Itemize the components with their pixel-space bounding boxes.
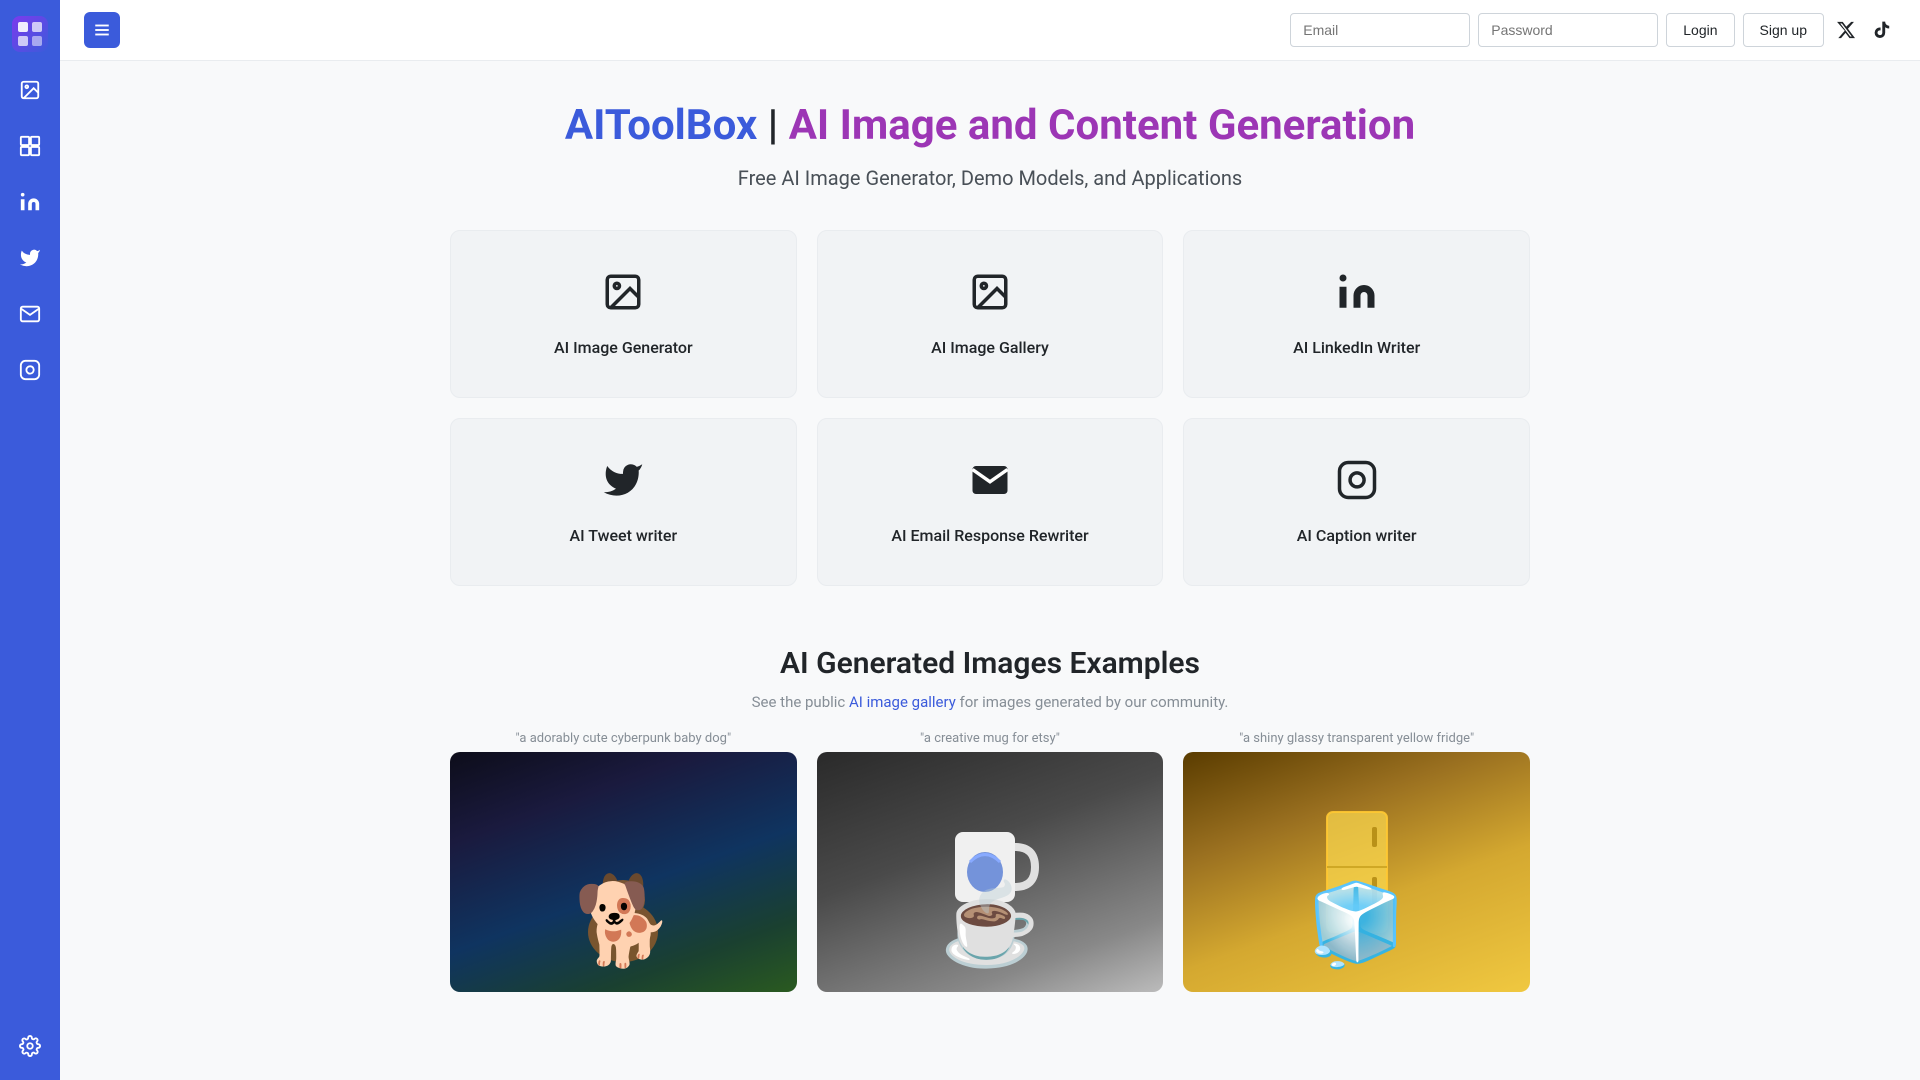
title-separator: | <box>757 101 788 150</box>
sidebar-item-twitter[interactable] <box>12 240 48 276</box>
tool-label-ai-image-gallery: AI Image Gallery <box>931 338 1049 357</box>
examples-gallery-link[interactable]: AI image gallery <box>849 693 956 711</box>
tool-card-ai-linkedin-writer[interactable]: AI LinkedIn Writer <box>1183 230 1530 398</box>
examples-desc-prefix: See the public <box>752 693 849 711</box>
tool-card-ai-image-generator[interactable]: AI Image Generator <box>450 230 797 398</box>
image-card-mug: "a creative mug for etsy" <box>817 731 1164 992</box>
sidebar-logo[interactable] <box>12 16 48 52</box>
sidebar-item-linkedin[interactable] <box>12 184 48 220</box>
images-grid: "a adorably cute cyberpunk baby dog" <box>450 731 1530 992</box>
header-right: Login Sign up <box>1290 13 1896 47</box>
tiktok-icon[interactable] <box>1868 16 1896 44</box>
image-caption-fridge: "a shiny glassy transparent yellow fridg… <box>1183 731 1530 746</box>
examples-desc-suffix: for images generated by our community. <box>956 693 1229 711</box>
title-purple: AI Image and Content Generation <box>789 101 1415 150</box>
image-caption-dog: "a adorably cute cyberpunk baby dog" <box>450 731 797 746</box>
image-dog <box>450 752 797 992</box>
linkedin-tool-icon <box>1336 271 1378 322</box>
tool-label-ai-image-generator: AI Image Generator <box>554 338 693 357</box>
email-tool-icon <box>969 459 1011 510</box>
page-subtitle: Free AI Image Generator, Demo Models, an… <box>450 166 1530 190</box>
title-blue: AIToolBox <box>565 101 757 150</box>
tool-card-ai-image-gallery[interactable]: AI Image Gallery <box>817 230 1164 398</box>
login-button[interactable]: Login <box>1666 13 1734 47</box>
image-mug <box>817 752 1164 992</box>
tool-card-ai-caption-writer[interactable]: AI Caption writer <box>1183 418 1530 586</box>
sidebar-item-instagram[interactable] <box>12 352 48 388</box>
examples-title: AI Generated Images Examples <box>450 646 1530 681</box>
image-gallery-tool-icon <box>969 271 1011 322</box>
tool-card-ai-email-response-rewriter[interactable]: AI Email Response Rewriter <box>817 418 1164 586</box>
page-title: AIToolBox | AI Image and Content Generat… <box>450 101 1530 150</box>
password-input[interactable] <box>1478 13 1658 47</box>
sidebar <box>0 0 60 1080</box>
image-caption-mug: "a creative mug for etsy" <box>817 731 1164 746</box>
examples-description: See the public AI image gallery for imag… <box>450 693 1530 711</box>
sidebar-item-email[interactable] <box>12 296 48 332</box>
signup-button[interactable]: Sign up <box>1743 13 1824 47</box>
image-generator-tool-icon <box>602 271 644 322</box>
email-input[interactable] <box>1290 13 1470 47</box>
tool-label-ai-tweet-writer: AI Tweet writer <box>570 526 678 545</box>
menu-button[interactable] <box>84 12 120 48</box>
main-content: Login Sign up AIToolBox | AI Image and C… <box>60 0 1920 1080</box>
twitter-tool-icon <box>602 459 644 510</box>
x-twitter-icon[interactable] <box>1832 16 1860 44</box>
image-card-fridge: "a shiny glassy transparent yellow fridg… <box>1183 731 1530 992</box>
tool-label-ai-caption-writer: AI Caption writer <box>1297 526 1417 545</box>
sidebar-item-image-generator[interactable] <box>12 72 48 108</box>
header: Login Sign up <box>60 0 1920 61</box>
tools-grid: AI Image Generator AI Image Gallery <box>450 230 1530 586</box>
image-card-dog: "a adorably cute cyberpunk baby dog" <box>450 731 797 992</box>
tool-label-ai-email-response-rewriter: AI Email Response Rewriter <box>891 526 1088 545</box>
tool-label-ai-linkedin-writer: AI LinkedIn Writer <box>1293 338 1420 357</box>
header-left <box>84 12 120 48</box>
tool-card-ai-tweet-writer[interactable]: AI Tweet writer <box>450 418 797 586</box>
instagram-tool-icon <box>1336 459 1378 510</box>
page-body: AIToolBox | AI Image and Content Generat… <box>390 61 1590 1032</box>
sidebar-item-settings[interactable] <box>12 1028 48 1064</box>
image-fridge <box>1183 752 1530 992</box>
sidebar-item-image-gallery[interactable] <box>12 128 48 164</box>
